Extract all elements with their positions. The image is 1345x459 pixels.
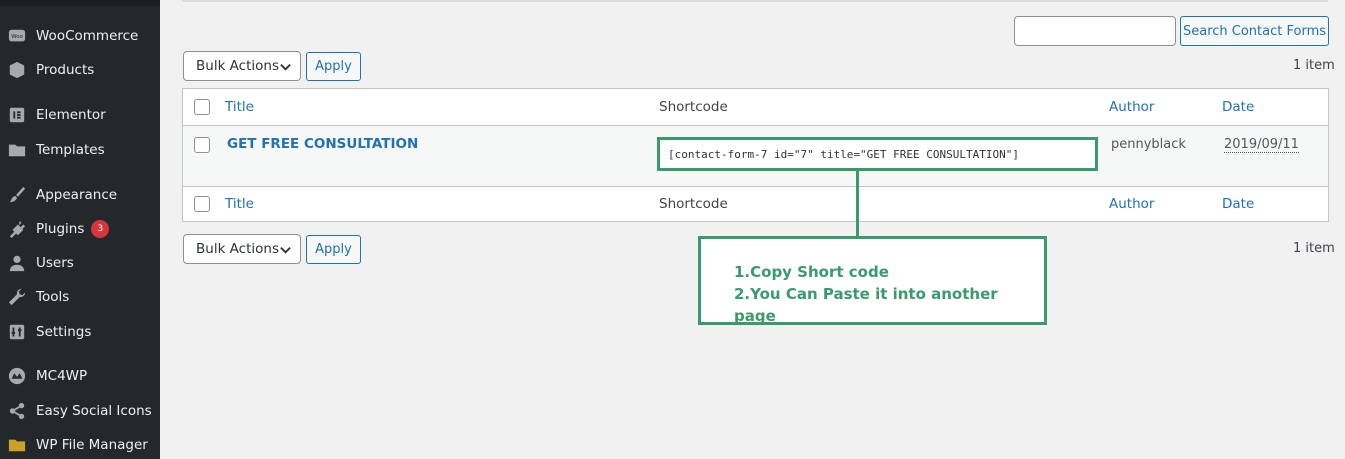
- column-shortcode-header: Shortcode: [659, 99, 728, 115]
- annotation-connector-line: [856, 168, 859, 238]
- select-all-checkbox[interactable]: [194, 99, 210, 115]
- admin-sidebar: Woo WooCommerce Products Elementor Templ…: [0, 0, 160, 459]
- annotation-line-1: 1.Copy Short code: [734, 263, 889, 281]
- plugin-icon: [8, 220, 26, 238]
- shortcode-text: [contact-form-7 id="7" title="GET FREE C…: [668, 147, 1019, 161]
- annotation-line-2: 2.You Can Paste it into another page: [734, 285, 998, 325]
- sidebar-item-label: Products: [36, 62, 95, 78]
- sidebar-item-tools[interactable]: Tools: [0, 282, 160, 312]
- sidebar-item-label: Settings: [36, 324, 92, 340]
- shortcode-field[interactable]: [contact-form-7 id="7" title="GET FREE C…: [657, 137, 1098, 171]
- sidebar-item-elementor[interactable]: Elementor: [0, 100, 160, 130]
- woocommerce-icon: Woo: [8, 27, 26, 45]
- sidebar-item-label: Users: [36, 255, 74, 271]
- sidebar-item-label: Plugins: [36, 221, 85, 237]
- sidebar-item-label: MC4WP: [36, 368, 88, 384]
- form-title-link[interactable]: GET FREE CONSULTATION: [227, 136, 418, 152]
- share-icon: [8, 402, 26, 420]
- sidebar-item-settings[interactable]: Settings: [0, 317, 160, 347]
- item-count-bottom: 1 item: [1293, 241, 1335, 256]
- sidebar-item-products[interactable]: Products: [0, 55, 160, 85]
- bulk-actions-select-bottom[interactable]: Bulk Actions: [183, 234, 301, 264]
- mc4wp-icon: [8, 367, 26, 385]
- brush-icon: [8, 186, 26, 204]
- bulk-actions-label: Bulk Actions: [196, 241, 279, 257]
- sidebar-item-label: WooCommerce: [36, 28, 139, 44]
- chevron-down-icon: [280, 63, 291, 71]
- column-title-header[interactable]: Title: [225, 99, 254, 115]
- bulk-actions-label: Bulk Actions: [196, 58, 279, 74]
- table-row: GET FREE CONSULTATION [contact-form-7 id…: [183, 126, 1328, 186]
- sidebar-item-label: WP File Manager: [36, 437, 148, 453]
- column-date-header[interactable]: Date: [1222, 99, 1254, 115]
- search-input[interactable]: [1014, 16, 1176, 46]
- products-icon: [8, 61, 26, 79]
- contact-forms-table: Title Shortcode Author Date GET FREE CON…: [182, 88, 1329, 222]
- sidebar-item-label: Elementor: [36, 107, 106, 123]
- date-cell: 2019/09/11: [1224, 137, 1299, 153]
- wrench-icon: [8, 288, 26, 306]
- settings-icon: [8, 323, 26, 341]
- column-shortcode-footer: Shortcode: [659, 196, 728, 212]
- row-checkbox[interactable]: [194, 137, 210, 153]
- sidebar-item-label: Templates: [36, 142, 105, 158]
- author-cell: pennyblack: [1111, 137, 1186, 152]
- column-author-footer[interactable]: Author: [1109, 196, 1154, 212]
- sidebar-item-label: Tools: [36, 289, 70, 305]
- elementor-icon: [8, 106, 26, 124]
- column-date-footer[interactable]: Date: [1222, 196, 1254, 212]
- apply-button-top[interactable]: Apply: [306, 52, 361, 81]
- bulk-actions-select-top[interactable]: Bulk Actions: [183, 51, 301, 81]
- sidebar-item-label: Easy Social Icons: [36, 403, 152, 419]
- sidebar-item-mc4wp[interactable]: MC4WP: [0, 361, 160, 391]
- table-footer: Title Shortcode Author Date: [183, 186, 1328, 221]
- plugins-update-badge: 3: [91, 220, 110, 238]
- sidebar-top-edge: [0, 0, 160, 6]
- sidebar-item-plugins[interactable]: Plugins 3: [0, 214, 160, 244]
- sidebar-item-wp-file-manager[interactable]: WP File Manager: [0, 430, 160, 459]
- sidebar-item-templates[interactable]: Templates: [0, 135, 160, 165]
- sidebar-item-easy-social-icons[interactable]: Easy Social Icons: [0, 396, 160, 426]
- item-count-top: 1 item: [1293, 58, 1335, 73]
- chevron-down-icon: [280, 246, 291, 254]
- sidebar-item-label: Appearance: [36, 187, 118, 203]
- sidebar-item-appearance[interactable]: Appearance: [0, 180, 160, 210]
- folder-icon: [8, 141, 26, 159]
- sidebar-item-woocommerce[interactable]: Woo WooCommerce: [0, 21, 160, 51]
- apply-button-bottom[interactable]: Apply: [306, 235, 361, 264]
- annotation-callout: 1.Copy Short code 2.You Can Paste it int…: [698, 236, 1047, 325]
- column-title-footer[interactable]: Title: [225, 196, 254, 212]
- search-contact-forms-button[interactable]: Search Contact Forms: [1180, 16, 1329, 46]
- svg-text:Woo: Woo: [11, 34, 23, 40]
- select-all-checkbox-footer[interactable]: [194, 196, 210, 212]
- table-header: Title Shortcode Author Date: [183, 89, 1328, 126]
- main-content: Search Contact Forms Bulk Actions Apply …: [160, 0, 1345, 459]
- sidebar-item-users[interactable]: Users: [0, 248, 160, 278]
- column-author-header[interactable]: Author: [1109, 99, 1154, 115]
- folder-icon: [8, 436, 26, 454]
- top-divider: [182, 0, 1328, 2]
- user-icon: [8, 254, 26, 272]
